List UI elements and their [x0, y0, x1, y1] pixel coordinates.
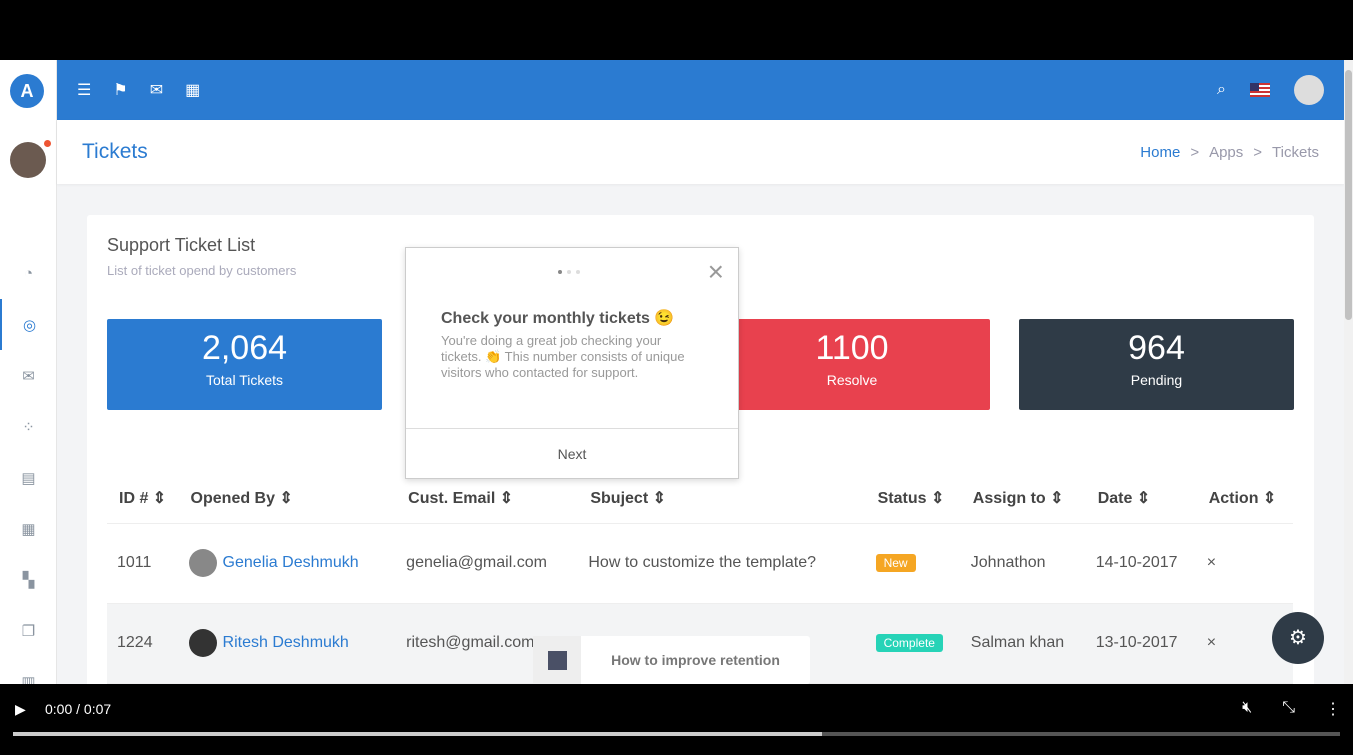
date: 14-10-2017 — [1085, 523, 1197, 604]
target-icon[interactable]: ◎ — [0, 299, 57, 350]
copy-icon[interactable]: ❐ — [0, 605, 57, 656]
breadcrumb-home[interactable]: Home — [1140, 144, 1180, 161]
tour-popup: × Check your monthly tickets 😉 You're do… — [405, 247, 739, 479]
assignee: Johnathon — [960, 523, 1086, 604]
page-header: Tickets Home > Apps > Tickets — [57, 120, 1344, 184]
search-icon[interactable]: ⌕ — [1217, 81, 1226, 99]
book-icon[interactable]: ▥ — [0, 656, 57, 685]
stat-label: Resolve — [826, 372, 878, 388]
more-options-icon[interactable]: ⋮ — [1325, 699, 1341, 719]
grid-icon[interactable]: ▦ — [185, 80, 200, 100]
opened-by: Genelia Deshmukh — [178, 523, 397, 604]
col-action[interactable]: Action ⇕ — [1196, 473, 1293, 524]
app: A ◔ ◎ ✉ ⁘ ▤ ▦ ▚ ❐ ▥ ☰ ⚑ ✉ ▦ ⌕ Tickets Ho… — [0, 60, 1353, 684]
user-avatar[interactable] — [10, 142, 46, 178]
stat-pending: 964 Pending — [1019, 319, 1294, 410]
video-progress-fill — [13, 732, 823, 736]
online-indicator — [44, 140, 51, 147]
step-dots — [558, 270, 580, 274]
stat-value: 964 — [1128, 329, 1185, 367]
exit-fullscreen-icon[interactable]: ⤡ — [1282, 699, 1295, 719]
retention-label: How to improve retention — [611, 652, 780, 668]
popup-title: Check your monthly tickets 😉 — [441, 310, 675, 327]
video-progress-bar[interactable] — [13, 732, 1340, 736]
breadcrumb-apps[interactable]: Apps — [1209, 144, 1243, 161]
avatar — [188, 549, 217, 577]
stat-label: Total Tickets — [205, 372, 284, 388]
col-status[interactable]: Status ⇕ — [865, 473, 961, 524]
table-row: 1011 Genelia Deshmukh genelia@gmail.com … — [107, 523, 1293, 604]
stat-resolve: 1100 Resolve — [714, 319, 990, 410]
col-assign[interactable]: Assign to ⇕ — [960, 473, 1086, 524]
us-flag-icon[interactable] — [1250, 83, 1270, 97]
breadcrumb: Home > Apps > Tickets — [1140, 143, 1319, 161]
video-controls: ▶ 0:00 / 0:07 🔇︎ ⤡ ⋮ — [0, 684, 1353, 755]
settings-gear-button[interactable]: ⚙ — [1272, 612, 1324, 664]
ticket-id: 1011 — [107, 523, 179, 604]
subject: How to customize the template? — [578, 523, 866, 604]
stop-icon[interactable] — [533, 636, 581, 684]
flag-notification-icon[interactable]: ⚑ — [113, 80, 127, 100]
card-title: Support Ticket List — [107, 235, 256, 255]
dashboard-icon[interactable]: ◔ — [0, 248, 57, 299]
opened-by: Ritesh Deshmukh — [178, 603, 397, 684]
user-link[interactable]: Genelia Deshmukh — [223, 554, 359, 571]
col-email[interactable]: Cust. Email ⇕ — [396, 473, 579, 524]
card-subtitle: List of ticket opend by customers — [107, 263, 297, 278]
video-time: 0:00 / 0:07 — [45, 701, 112, 717]
date: 13-10-2017 — [1085, 603, 1197, 684]
mail-icon[interactable]: ✉ — [0, 350, 57, 401]
email: genelia@gmail.com — [396, 523, 579, 604]
status-badge: Complete — [875, 634, 943, 652]
profile-avatar[interactable] — [1294, 75, 1324, 105]
page-title: Tickets — [82, 140, 148, 163]
ticket-id: 1224 — [107, 603, 179, 684]
play-icon[interactable]: ▶ — [15, 701, 26, 718]
status: Complete — [865, 603, 961, 684]
col-id[interactable]: ID # ⇕ — [107, 473, 179, 524]
table-icon[interactable]: ▦ — [0, 503, 57, 554]
assignee: Salman khan — [960, 603, 1086, 684]
close-icon[interactable]: × — [708, 256, 724, 288]
mail-notification-icon[interactable]: ✉ — [150, 80, 163, 100]
delete-button[interactable]: × — [1196, 523, 1293, 604]
logo[interactable]: A — [10, 74, 44, 108]
sidebar-nav: ◔ ◎ ✉ ⁘ ▤ ▦ ▚ ❐ ▥ — [0, 248, 57, 684]
col-date[interactable]: Date ⇕ — [1085, 473, 1197, 524]
breadcrumb-tickets: Tickets — [1272, 143, 1319, 161]
user-link[interactable]: Ritesh Deshmukh — [223, 634, 349, 651]
menu-icon[interactable]: ☰ — [77, 80, 91, 100]
stat-value: 2,064 — [201, 329, 288, 367]
scrollbar[interactable] — [1344, 60, 1353, 684]
col-subject[interactable]: Sbuject ⇕ — [578, 473, 866, 524]
file-icon[interactable]: ▤ — [0, 452, 57, 503]
status-badge: New — [875, 554, 916, 572]
sidebar: A ◔ ◎ ✉ ⁘ ▤ ▦ ▚ ❐ ▥ — [0, 60, 57, 684]
next-button[interactable]: Next — [406, 428, 738, 478]
stat-total: 2,064 Total Tickets — [107, 319, 382, 410]
popup-text: You're doing a great job checking your t… — [441, 333, 685, 380]
retention-widget[interactable]: How to improve retention — [533, 636, 810, 684]
mute-icon[interactable]: 🔇︎ — [1242, 699, 1252, 719]
stat-value: 1100 — [815, 329, 889, 367]
apps-icon[interactable]: ⁘ — [0, 401, 57, 452]
stat-label: Pending — [1130, 372, 1183, 388]
status: New — [865, 523, 961, 604]
widgets-icon[interactable]: ▚ — [0, 554, 57, 605]
col-opened-by[interactable]: Opened By ⇕ — [178, 473, 397, 524]
avatar — [188, 629, 217, 657]
topbar: ☰ ⚑ ✉ ▦ ⌕ — [57, 60, 1344, 120]
